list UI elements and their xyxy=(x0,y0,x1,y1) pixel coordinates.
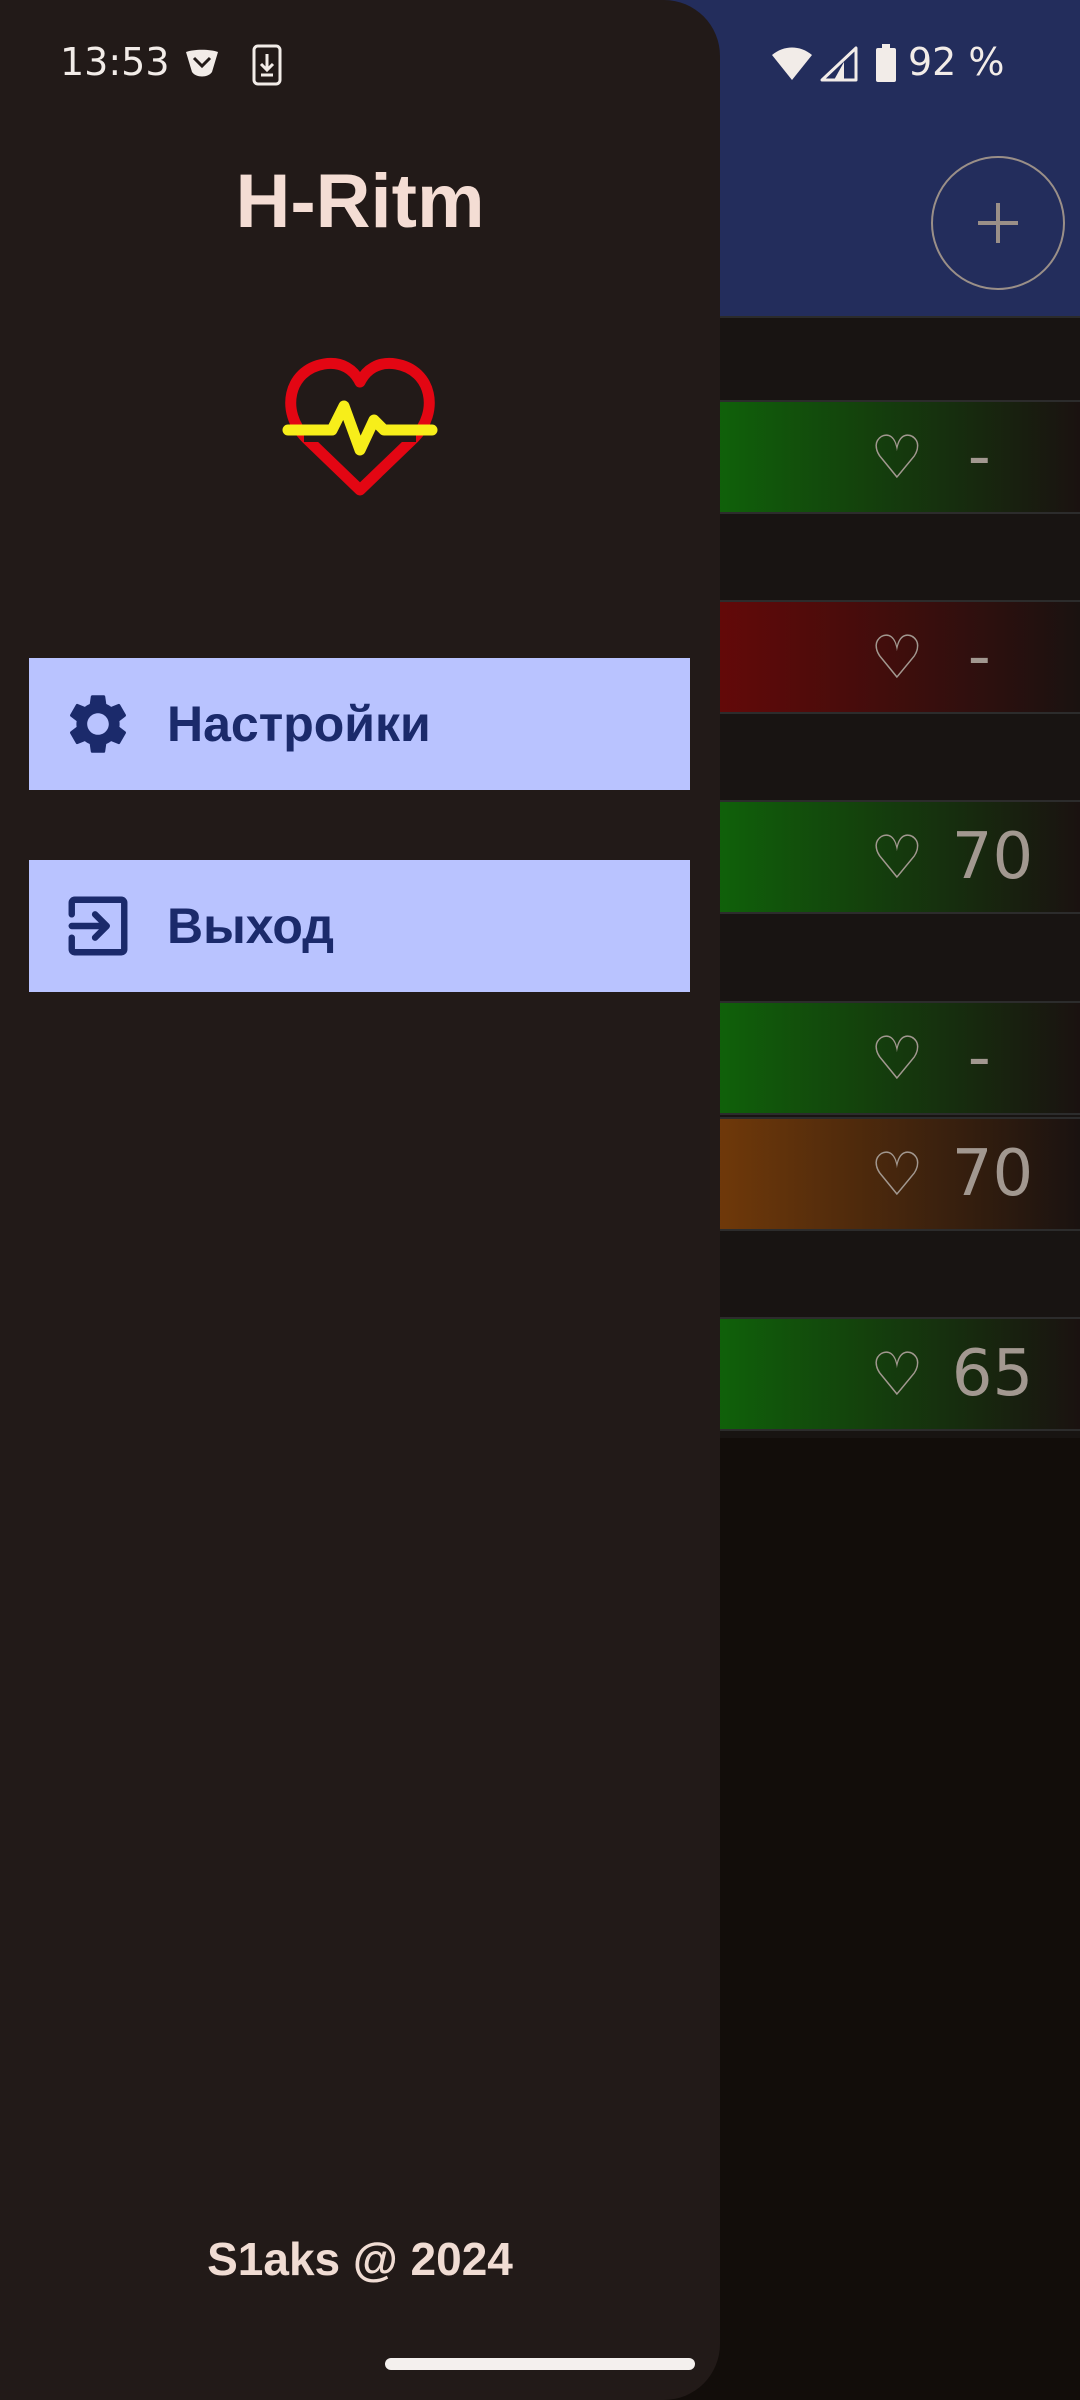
wifi-icon xyxy=(772,47,812,80)
heart-rate-value: - xyxy=(967,620,991,694)
battery-icon xyxy=(876,44,896,82)
battery-percentage: 92 % xyxy=(908,40,1005,84)
heart-rate-value: - xyxy=(967,420,991,494)
menu-item-label: Настройки xyxy=(167,696,431,752)
logout-icon xyxy=(68,896,128,956)
heart-icon: ♡ xyxy=(870,1140,924,1210)
heart-icon: ♡ xyxy=(870,1340,924,1410)
heart-icon: ♡ xyxy=(870,623,924,693)
heart-rate-value: 65 xyxy=(951,1337,1034,1411)
screen: ♡ - ♡ - ♡ 70 ♡ - ♡ 70 ♡ 65 H-Ritm Настро… xyxy=(0,0,1080,2400)
menu-item-settings[interactable]: Настройки xyxy=(29,658,690,790)
gear-icon xyxy=(69,695,127,753)
heart-icon: ♡ xyxy=(870,823,924,893)
plus-icon xyxy=(978,203,1018,243)
menu-item-logout[interactable]: Выход xyxy=(29,860,690,992)
nfc-icon xyxy=(186,49,218,77)
add-button[interactable] xyxy=(931,156,1065,290)
status-time: 13:53 xyxy=(60,40,170,84)
heart-rate-value: 70 xyxy=(951,1137,1034,1211)
app-title: H-Ritm xyxy=(235,159,485,244)
navigation-drawer: H-Ritm Настройки Выход S1aks @ 2024 xyxy=(0,0,720,2400)
install-icon xyxy=(252,44,282,86)
heart-pulse-icon xyxy=(282,357,438,496)
status-bar: 13:53 92 % xyxy=(0,0,1080,132)
menu-item-label: Выход xyxy=(167,898,334,954)
gesture-navigation-bar[interactable] xyxy=(385,2358,695,2370)
signal-icon xyxy=(820,46,858,82)
heart-rate-value: 70 xyxy=(951,820,1034,894)
footer-copyright: S1aks @ 2024 xyxy=(207,2233,513,2285)
heart-rate-value: - xyxy=(967,1021,991,1095)
heart-icon: ♡ xyxy=(870,1024,924,1094)
heart-icon: ♡ xyxy=(870,423,924,493)
